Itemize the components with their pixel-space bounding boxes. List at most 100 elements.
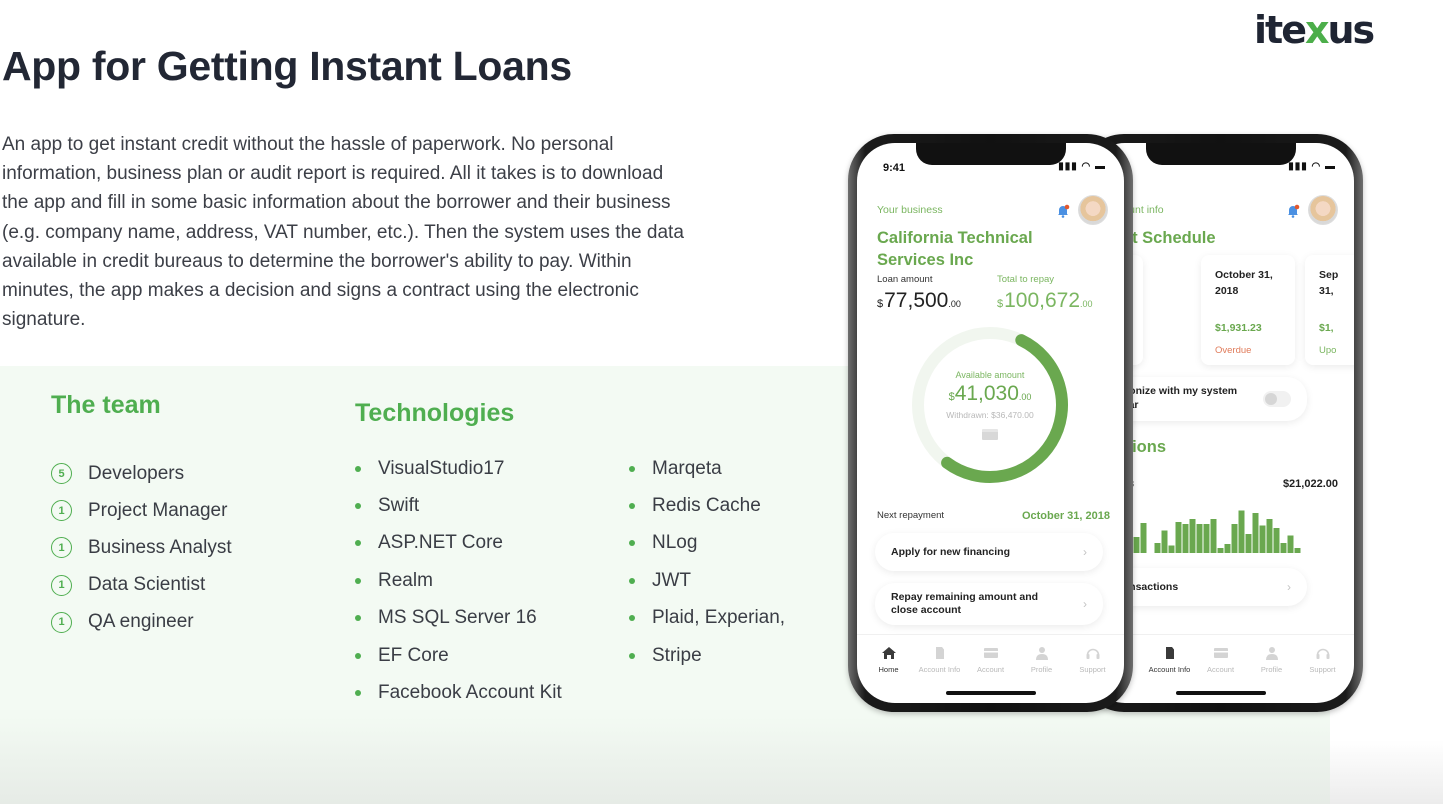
loan-amount-value: $77,500.00 [877, 289, 961, 313]
amount-cents: .00 [1018, 392, 1032, 402]
member-count-badge: 1 [51, 574, 72, 596]
technology-item: Plaid, Experian, [629, 600, 785, 637]
tab-label: Home [878, 665, 899, 674]
loan-amount-label: Loan amount [877, 274, 933, 285]
user-avatar[interactable] [1078, 195, 1108, 225]
bullet-icon [629, 577, 635, 584]
currency-symbol: $ [877, 298, 884, 310]
home-indicator [1175, 691, 1266, 695]
chevron-right-icon: › [1083, 545, 1087, 559]
amount-integer: 100,672 [1004, 289, 1081, 312]
notification-bell-icon[interactable] [1286, 204, 1300, 218]
transaction-bar [1294, 548, 1301, 553]
currency-symbol: $ [997, 298, 1004, 310]
tab-label: Support [1309, 665, 1336, 674]
transaction-bar [1203, 524, 1210, 553]
member-count-badge: 1 [51, 500, 72, 522]
screen-subtitle: Your business [877, 204, 943, 216]
tab-account[interactable]: Account [1195, 635, 1246, 694]
bullet-icon [355, 652, 361, 659]
member-count-badge: 1 [51, 611, 72, 633]
technology-name: Stripe [652, 644, 702, 666]
technology-name: ASP.NET Core [378, 532, 503, 554]
tab-account-info[interactable]: Account Info [1144, 635, 1195, 694]
bullet-icon [355, 690, 361, 697]
technology-name: EF Core [378, 644, 449, 666]
transaction-bar [1196, 524, 1203, 553]
technology-item: NLog [629, 525, 785, 562]
transaction-bar [1238, 510, 1245, 553]
card-icon [1213, 646, 1229, 660]
transaction-bar [1217, 548, 1224, 553]
technology-name: Swift [378, 495, 420, 517]
bullet-icon [629, 615, 635, 622]
action-label: Repay remaining amount and close account [891, 591, 1039, 616]
schedule-card-amount: $1,931.23 [1215, 322, 1262, 334]
technologies-list-column-2: Marqeta Redis Cache NLog JWT Plaid, Experian… [629, 450, 785, 674]
team-member: 5 Developers [51, 455, 232, 492]
tab-label: Profile [1260, 665, 1283, 674]
transaction-bar [1259, 525, 1266, 553]
technology-name: NLog [652, 532, 698, 554]
team-heading: The team [51, 391, 161, 419]
user-avatar[interactable] [1308, 195, 1338, 225]
schedule-card-amount: $1, [1319, 322, 1334, 334]
calendar-sync-toggle[interactable] [1263, 391, 1291, 407]
transaction-bar [1175, 522, 1182, 553]
intro-description: An app to get instant credit without the… [2, 134, 684, 331]
tab-account[interactable]: Account [965, 635, 1016, 694]
phone-mockup-home: 9:41 ▮▮▮ ◠ ▬ Your business California Te… [848, 134, 1133, 712]
notification-bell-icon[interactable] [1056, 204, 1070, 218]
tab-support[interactable]: Support [1067, 635, 1118, 694]
card-icon [982, 429, 998, 440]
team-list: 5 Developers 1 Project Manager 1 Business Ana… [51, 455, 232, 641]
transaction-bar [1168, 545, 1175, 553]
tab-profile[interactable]: Profile [1016, 635, 1067, 694]
itexus-logo: itexus [1254, 8, 1375, 52]
withdrawn-amount: Withdrawn: $36,470.00 [946, 410, 1034, 420]
bullet-icon [629, 652, 635, 659]
tab-support[interactable]: Support [1297, 635, 1348, 694]
total-to-repay-value: $100,672.00 [997, 289, 1093, 313]
schedule-card-status: Overdue [1215, 345, 1252, 356]
transaction-bar [1224, 544, 1231, 553]
phone-screen: 9:41 ▮▮▮ ◠ ▬ Your business California Te… [857, 143, 1124, 703]
logo-text-prefix: ite [1254, 8, 1307, 52]
home-icon [881, 646, 897, 660]
bullet-icon [629, 540, 635, 547]
schedule-card-title: October 31, 2018 [1215, 269, 1273, 297]
schedule-card[interactable]: October 31, 2018 $1,931.23 Overdue [1201, 255, 1295, 365]
transaction-bar [1287, 535, 1294, 553]
tab-home[interactable]: Home [863, 635, 914, 694]
phone-notch [1145, 143, 1296, 165]
chevron-right-icon: › [1083, 596, 1087, 611]
available-amount-value: $41,030.00 [910, 382, 1070, 406]
bottom-tab-bar: Home Account Info Account Profile Support [857, 634, 1124, 694]
home-indicator [945, 691, 1036, 695]
bottom-shade [1330, 740, 1443, 804]
tab-profile[interactable]: Profile [1246, 635, 1297, 694]
technology-name: Redis Cache [652, 495, 761, 517]
schedule-card[interactable]: Sep 31, $1, Upo [1305, 255, 1354, 365]
bullet-icon [355, 615, 361, 622]
tab-label: Account Info [918, 665, 961, 674]
transaction-bar [1273, 528, 1280, 553]
logo-text-suffix: us [1327, 8, 1375, 52]
technology-item: JWT [629, 562, 785, 599]
tab-account-info[interactable]: Account Info [914, 635, 965, 694]
transaction-bar [1266, 519, 1273, 553]
repay-and-close-button[interactable]: Repay remaining amount and close account… [875, 583, 1103, 625]
transaction-bar [1231, 524, 1238, 553]
team-member: 1 Project Manager [51, 492, 232, 529]
member-role: Data Scientist [88, 574, 206, 596]
apply-new-financing-button[interactable]: Apply for new financing › [875, 533, 1103, 571]
member-role: Developers [88, 462, 185, 484]
tab-label: Account [976, 665, 1005, 674]
transaction-bar [1252, 513, 1259, 553]
bullet-icon [355, 577, 361, 584]
available-amount-ring: Available amount $41,030.00 Withdrawn: $… [910, 325, 1070, 485]
member-role: Business Analyst [88, 536, 232, 558]
phone-notch [915, 143, 1066, 165]
bullet-icon [355, 503, 361, 510]
transaction-bar [1154, 543, 1161, 553]
